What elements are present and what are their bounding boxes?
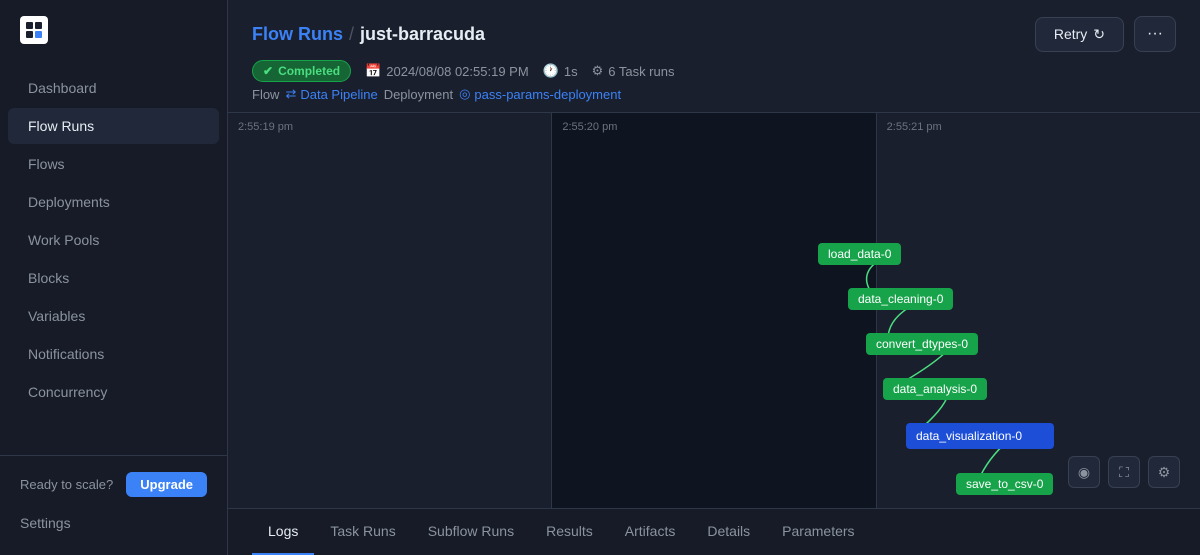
header-top: Flow Runs / just-barracuda Retry ↻ ··· xyxy=(252,16,1176,52)
arrows-svg xyxy=(228,113,1200,508)
task-convert-dtypes[interactable]: convert_dtypes-0 xyxy=(866,333,978,355)
task-data-analysis[interactable]: data_analysis-0 xyxy=(883,378,987,400)
upgrade-button[interactable]: Upgrade xyxy=(126,472,207,497)
breadcrumb: Flow Runs / just-barracuda xyxy=(252,24,485,45)
deployment-name: pass-params-deployment xyxy=(474,87,621,102)
flow-meta-row: Flow ⇄ Data Pipeline Deployment ◎ pass-p… xyxy=(252,86,1176,102)
sidebar-item-notifications[interactable]: Notifications xyxy=(8,336,219,372)
upgrade-row: Ready to scale? Upgrade xyxy=(20,472,207,497)
minimap-button[interactable]: ◉ xyxy=(1068,456,1100,488)
task-pill-data-visualization[interactable]: data_visualization-0 xyxy=(906,423,1054,449)
flow-label: Flow xyxy=(252,87,279,102)
tab-details[interactable]: Details xyxy=(691,509,766,555)
tab-logs[interactable]: Logs xyxy=(252,509,314,555)
sidebar-bottom: Ready to scale? Upgrade Settings xyxy=(0,455,227,555)
sidebar-item-deployments[interactable]: Deployments xyxy=(8,184,219,220)
logo-icon xyxy=(20,16,48,44)
tab-results[interactable]: Results xyxy=(530,509,609,555)
logo-area xyxy=(0,0,227,60)
deployment-label: Deployment xyxy=(384,87,453,102)
task-pill-convert-dtypes[interactable]: convert_dtypes-0 xyxy=(866,333,978,355)
date-value: 2024/08/08 02:55:19 PM xyxy=(386,64,528,79)
retry-button[interactable]: Retry ↻ xyxy=(1035,17,1124,52)
task-pill-load-data[interactable]: load_data-0 xyxy=(818,243,901,265)
run-name: just-barracuda xyxy=(360,24,485,45)
main-content: Flow Runs / just-barracuda Retry ↻ ··· ✔… xyxy=(228,0,1200,555)
task-pill-save-to-csv[interactable]: save_to_csv-0 xyxy=(956,473,1053,495)
more-options-button[interactable]: ··· xyxy=(1134,16,1176,52)
sidebar-item-flows[interactable]: Flows xyxy=(8,146,219,182)
deployment-name-link[interactable]: ◎ pass-params-deployment xyxy=(459,86,621,102)
sidebar: Dashboard Flow Runs Flows Deployments Wo… xyxy=(0,0,228,555)
task-load-data[interactable]: load_data-0 xyxy=(818,243,901,265)
tabs-bar: Logs Task Runs Subflow Runs Results Arti… xyxy=(228,508,1200,555)
tab-task-runs[interactable]: Task Runs xyxy=(314,509,411,555)
calendar-icon: 📅 xyxy=(365,63,381,79)
settings-button[interactable]: ⚙ xyxy=(1148,456,1180,488)
flow-icon: ⇄ xyxy=(285,86,296,102)
task-data-visualization[interactable]: data_visualization-0 xyxy=(906,423,1054,449)
breadcrumb-separator: / xyxy=(349,24,354,45)
task-pill-data-analysis[interactable]: data_analysis-0 xyxy=(883,378,987,400)
flow-name-link[interactable]: ⇄ Data Pipeline xyxy=(285,86,377,102)
clock-icon: 🕐 xyxy=(543,63,559,79)
deployment-icon: ◎ xyxy=(459,86,470,102)
sidebar-item-concurrency[interactable]: Concurrency xyxy=(8,374,219,410)
duration-value: 1s xyxy=(564,64,578,79)
retry-icon: ↻ xyxy=(1093,26,1105,43)
fullscreen-button[interactable]: ⛶ xyxy=(1108,456,1140,488)
sidebar-item-dashboard[interactable]: Dashboard xyxy=(8,70,219,106)
task-pill-data-cleaning[interactable]: data_cleaning-0 xyxy=(848,288,953,310)
header-actions: Retry ↻ ··· xyxy=(1035,16,1176,52)
sidebar-item-variables[interactable]: Variables xyxy=(8,298,219,334)
tab-parameters[interactable]: Parameters xyxy=(766,509,870,555)
tab-subflow-runs[interactable]: Subflow Runs xyxy=(412,509,530,555)
header: Flow Runs / just-barracuda Retry ↻ ··· ✔… xyxy=(228,0,1200,113)
task-data-cleaning[interactable]: data_cleaning-0 xyxy=(848,288,953,310)
meta-duration: 🕐 1s xyxy=(543,63,578,79)
task-runs-value: 6 Task runs xyxy=(608,64,674,79)
status-badge: ✔ Completed xyxy=(252,60,351,82)
status-text: Completed xyxy=(278,64,340,78)
tasks-icon: ⚙ xyxy=(592,63,604,79)
sidebar-item-settings[interactable]: Settings xyxy=(20,507,207,539)
sidebar-item-flow-runs[interactable]: Flow Runs xyxy=(8,108,219,144)
meta-task-runs: ⚙ 6 Task runs xyxy=(592,63,675,79)
tasks-container: load_data-0 data_cleaning-0 convert_dtyp… xyxy=(228,113,1200,508)
sidebar-item-blocks[interactable]: Blocks xyxy=(8,260,219,296)
flow-name: Data Pipeline xyxy=(300,87,377,102)
upgrade-label: Ready to scale? xyxy=(20,477,113,492)
sidebar-nav: Dashboard Flow Runs Flows Deployments Wo… xyxy=(0,60,227,455)
sidebar-item-work-pools[interactable]: Work Pools xyxy=(8,222,219,258)
tab-artifacts[interactable]: Artifacts xyxy=(609,509,692,555)
timeline-canvas[interactable]: 2:55:19 pm 2:55:20 pm 2:55:21 pm xyxy=(228,113,1200,508)
map-controls: ◉ ⛶ ⚙ xyxy=(1068,456,1180,488)
retry-label: Retry xyxy=(1054,26,1087,42)
meta-row: ✔ Completed 📅 2024/08/08 02:55:19 PM 🕐 1… xyxy=(252,60,1176,82)
breadcrumb-flow-runs-link[interactable]: Flow Runs xyxy=(252,24,343,45)
task-save-to-csv[interactable]: save_to_csv-0 xyxy=(956,473,1053,495)
status-check-icon: ✔ xyxy=(263,64,273,78)
timeline-area: 2:55:19 pm 2:55:20 pm 2:55:21 pm xyxy=(228,113,1200,508)
meta-date: 📅 2024/08/08 02:55:19 PM xyxy=(365,63,529,79)
